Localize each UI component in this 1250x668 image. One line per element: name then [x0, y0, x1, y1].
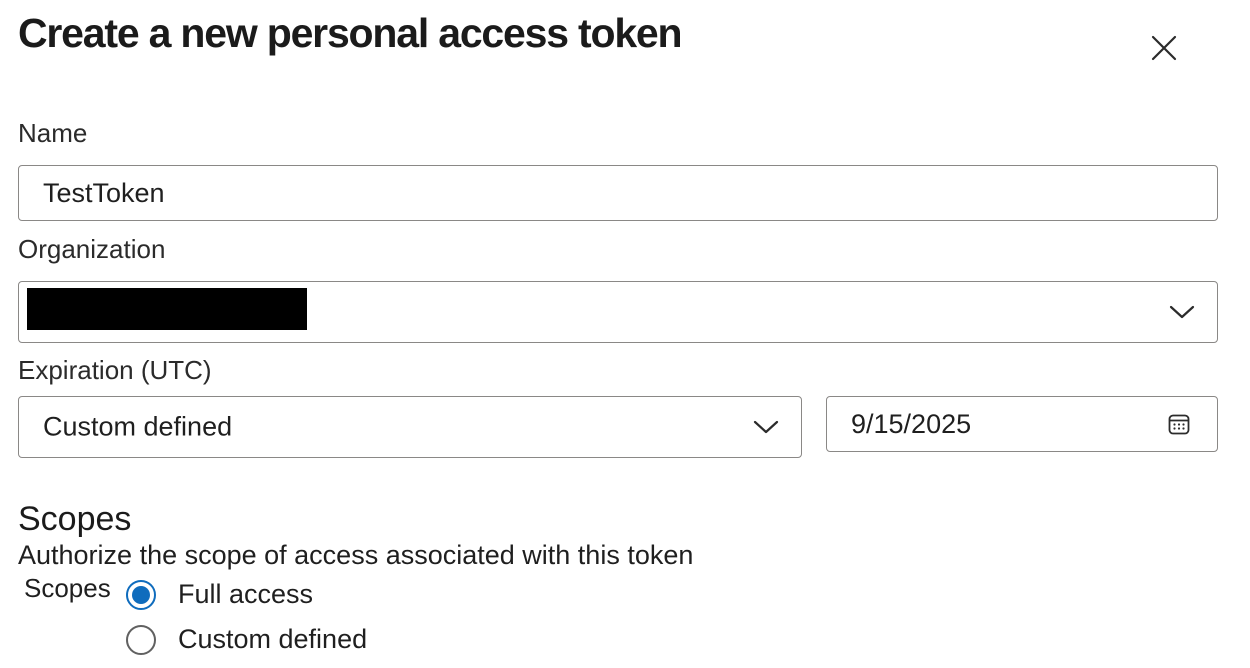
organization-dropdown[interactable] — [18, 281, 1218, 343]
calendar-icon[interactable] — [1167, 412, 1191, 436]
expiration-label: Expiration (UTC) — [18, 355, 212, 385]
scopes-section-title: Scopes — [18, 500, 132, 538]
radio-unchecked-icon[interactable] — [126, 624, 156, 655]
dialog-title: Create a new personal access token — [18, 10, 683, 56]
expiration-preset-dropdown[interactable]: Custom defined — [18, 396, 802, 458]
radio-custom-defined-label: Custom defined — [178, 624, 368, 654]
name-label: Name — [18, 118, 88, 148]
scopes-description: Authorize the scope of access associated… — [18, 540, 694, 570]
radio-custom-defined[interactable]: Custom defined — [126, 624, 367, 655]
organization-label: Organization — [18, 234, 166, 264]
expiration-date-input[interactable] — [827, 397, 1217, 451]
close-icon — [1151, 35, 1177, 61]
radio-full-access-label: Full access — [178, 579, 314, 609]
scopes-group-label: Scopes — [24, 573, 111, 603]
chevron-down-icon — [753, 420, 779, 434]
expiration-preset-value: Custom defined — [43, 411, 233, 442]
radio-checked-icon[interactable] — [126, 579, 156, 610]
expiration-date-field[interactable] — [826, 396, 1218, 452]
redacted-organization-value — [27, 288, 307, 330]
radio-full-access[interactable]: Full access — [126, 579, 313, 610]
chevron-down-icon — [1169, 305, 1195, 319]
name-input[interactable] — [19, 166, 1217, 220]
name-field-container — [18, 165, 1218, 221]
close-button[interactable] — [1144, 28, 1184, 68]
